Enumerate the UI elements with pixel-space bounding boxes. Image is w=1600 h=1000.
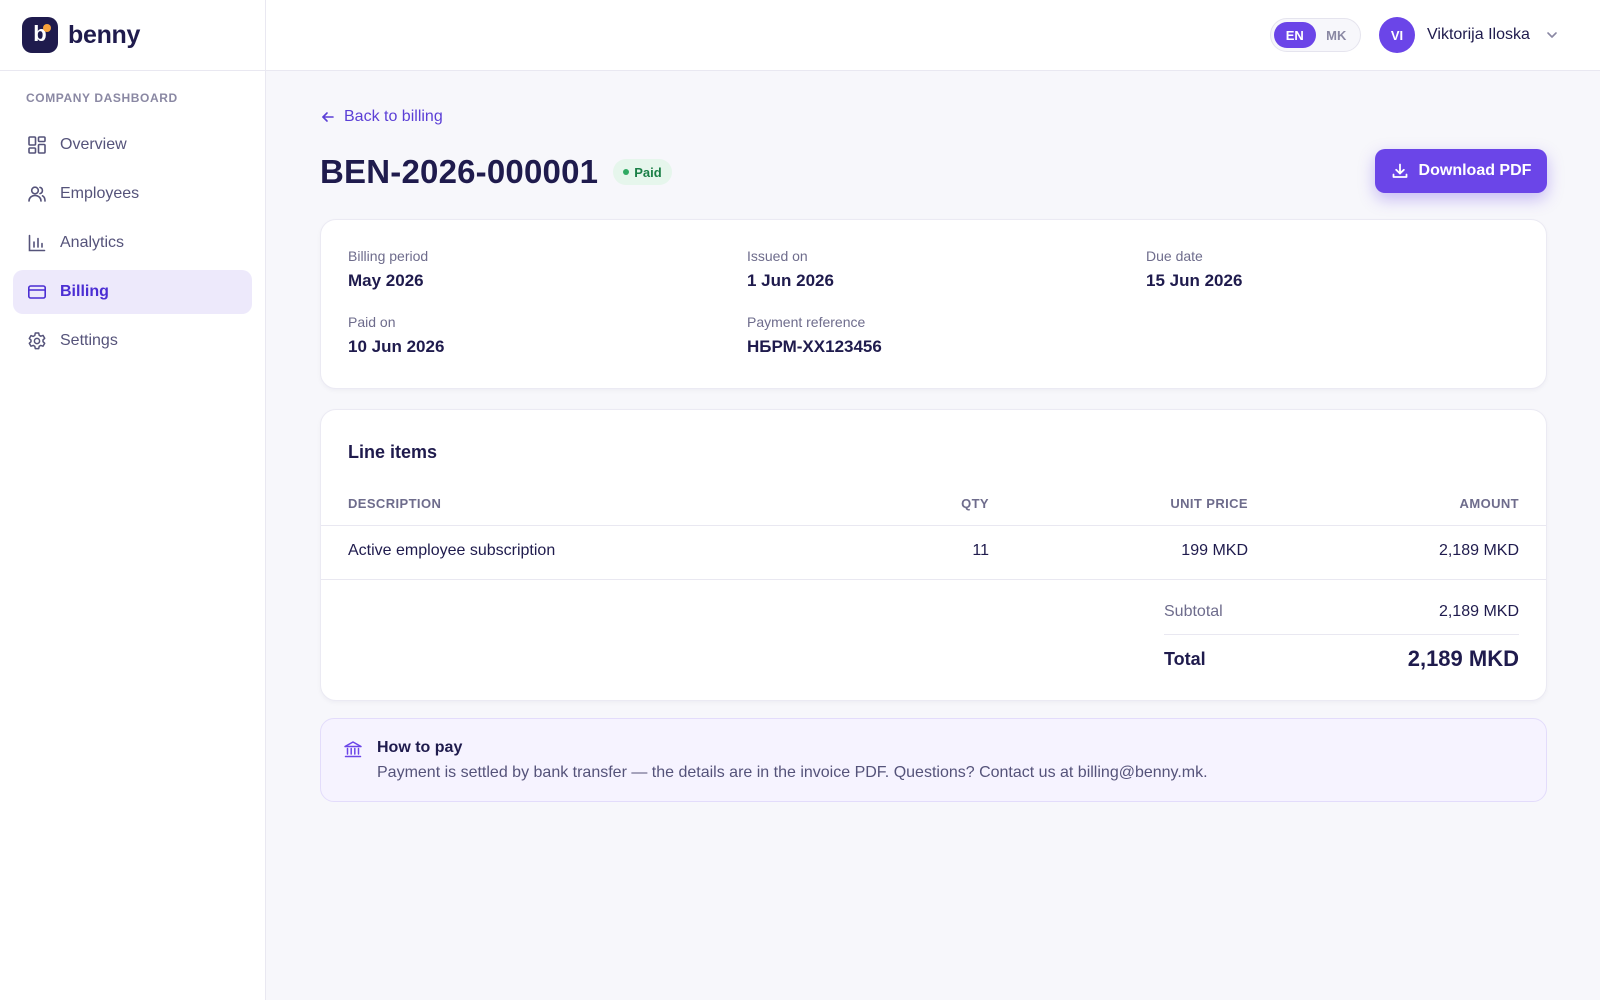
language-option-mk[interactable]: MK xyxy=(1316,22,1358,48)
sidebar-item-label: Billing xyxy=(60,283,109,300)
nav-section-label: COMPANY DASHBOARD xyxy=(26,91,178,105)
divider xyxy=(1164,634,1519,635)
gear-icon xyxy=(27,331,47,351)
sidebar-item-label: Overview xyxy=(60,136,127,153)
paid-on: Paid on 10 Jun 2026 xyxy=(348,314,445,356)
download-pdf-label: Download PDF xyxy=(1418,162,1532,179)
title-row: BEN-2026-000001 Paid Download PDF xyxy=(320,149,1547,195)
sidebar-nav: Overview Employees Analytics Billing Set… xyxy=(0,123,265,363)
brand-name: benny xyxy=(68,20,141,49)
column-header-qty: QTY xyxy=(961,496,989,511)
avatar: VI xyxy=(1379,17,1415,53)
top-bar: EN MK VI Viktorija Iloska xyxy=(266,0,1600,71)
sidebar: b benny COMPANY DASHBOARD Overview Emplo… xyxy=(0,0,266,1000)
how-to-pay-notice: How to pay Payment is settled by bank tr… xyxy=(320,718,1547,802)
status-dot xyxy=(623,169,630,175)
total-value: 2,189 MKD xyxy=(1407,646,1519,671)
users-icon xyxy=(27,184,47,204)
sidebar-item-billing[interactable]: Billing xyxy=(13,270,252,314)
sidebar-item-employees[interactable]: Employees xyxy=(13,172,252,216)
sidebar-item-label: Analytics xyxy=(60,234,125,251)
back-to-billing-link[interactable]: Back to billing xyxy=(320,108,443,126)
logo-mark: b xyxy=(22,17,58,53)
sidebar-item-analytics[interactable]: Analytics xyxy=(13,221,252,265)
sidebar-item-settings[interactable]: Settings xyxy=(13,319,252,363)
subtotal-value: 2,189 MKD xyxy=(1438,603,1519,620)
total-label: Total xyxy=(1164,649,1206,669)
issued-on: Issued on 1 Jun 2026 xyxy=(747,248,834,290)
divider xyxy=(321,579,1546,580)
cell-unit-price: 199 MKD xyxy=(1181,542,1248,559)
payment-reference: Payment reference НБРМ-XX123456 xyxy=(747,314,882,356)
column-header-amount: AMOUNT xyxy=(1459,496,1519,511)
page-title: BEN-2026-000001 xyxy=(320,153,599,190)
cell-amount: 2,189 MKD xyxy=(1438,542,1519,559)
arrow-left-icon xyxy=(320,109,336,125)
download-icon xyxy=(1391,162,1409,180)
bar-chart-icon xyxy=(27,233,47,253)
language-option-en[interactable]: EN xyxy=(1274,22,1316,48)
user-menu[interactable]: VI Viktorija Iloska xyxy=(1379,17,1560,53)
line-items-title: Line items xyxy=(348,442,438,462)
sidebar-item-label: Settings xyxy=(60,332,118,349)
column-header-unit-price: UNIT PRICE xyxy=(1170,496,1248,511)
how-to-pay-title: How to pay xyxy=(377,739,463,756)
download-pdf-button[interactable]: Download PDF xyxy=(1375,149,1547,193)
billing-period: Billing period May 2026 xyxy=(348,248,429,290)
language-switcher: EN MK xyxy=(1270,18,1361,52)
sidebar-item-label: Employees xyxy=(60,185,140,202)
brand[interactable]: b benny xyxy=(0,0,265,71)
status-label: Paid xyxy=(634,164,662,180)
divider xyxy=(321,525,1546,526)
sidebar-item-overview[interactable]: Overview xyxy=(13,123,252,167)
how-to-pay-text: Payment is settled by bank transfer — th… xyxy=(377,764,1208,781)
chevron-down-icon xyxy=(1544,27,1560,43)
logo-dot xyxy=(43,24,51,32)
user-name: Viktorija Iloska xyxy=(1427,26,1530,43)
grid-icon xyxy=(27,135,47,155)
column-header-description: DESCRIPTION xyxy=(348,496,442,511)
subtotal-label: Subtotal xyxy=(1164,603,1223,620)
bank-icon xyxy=(343,739,363,759)
due-date: Due date 15 Jun 2026 xyxy=(1146,248,1243,290)
credit-card-icon xyxy=(27,282,47,302)
cell-description: Active employee subscription xyxy=(348,542,556,559)
invoice-details-card: Billing period May 2026 Issued on 1 Jun … xyxy=(320,219,1547,389)
line-items-card: Line items DESCRIPTION QTY UNIT PRICE AM… xyxy=(320,409,1547,701)
back-link-label: Back to billing xyxy=(344,108,443,125)
cell-qty: 11 xyxy=(972,542,989,559)
status-badge: Paid xyxy=(613,159,672,185)
